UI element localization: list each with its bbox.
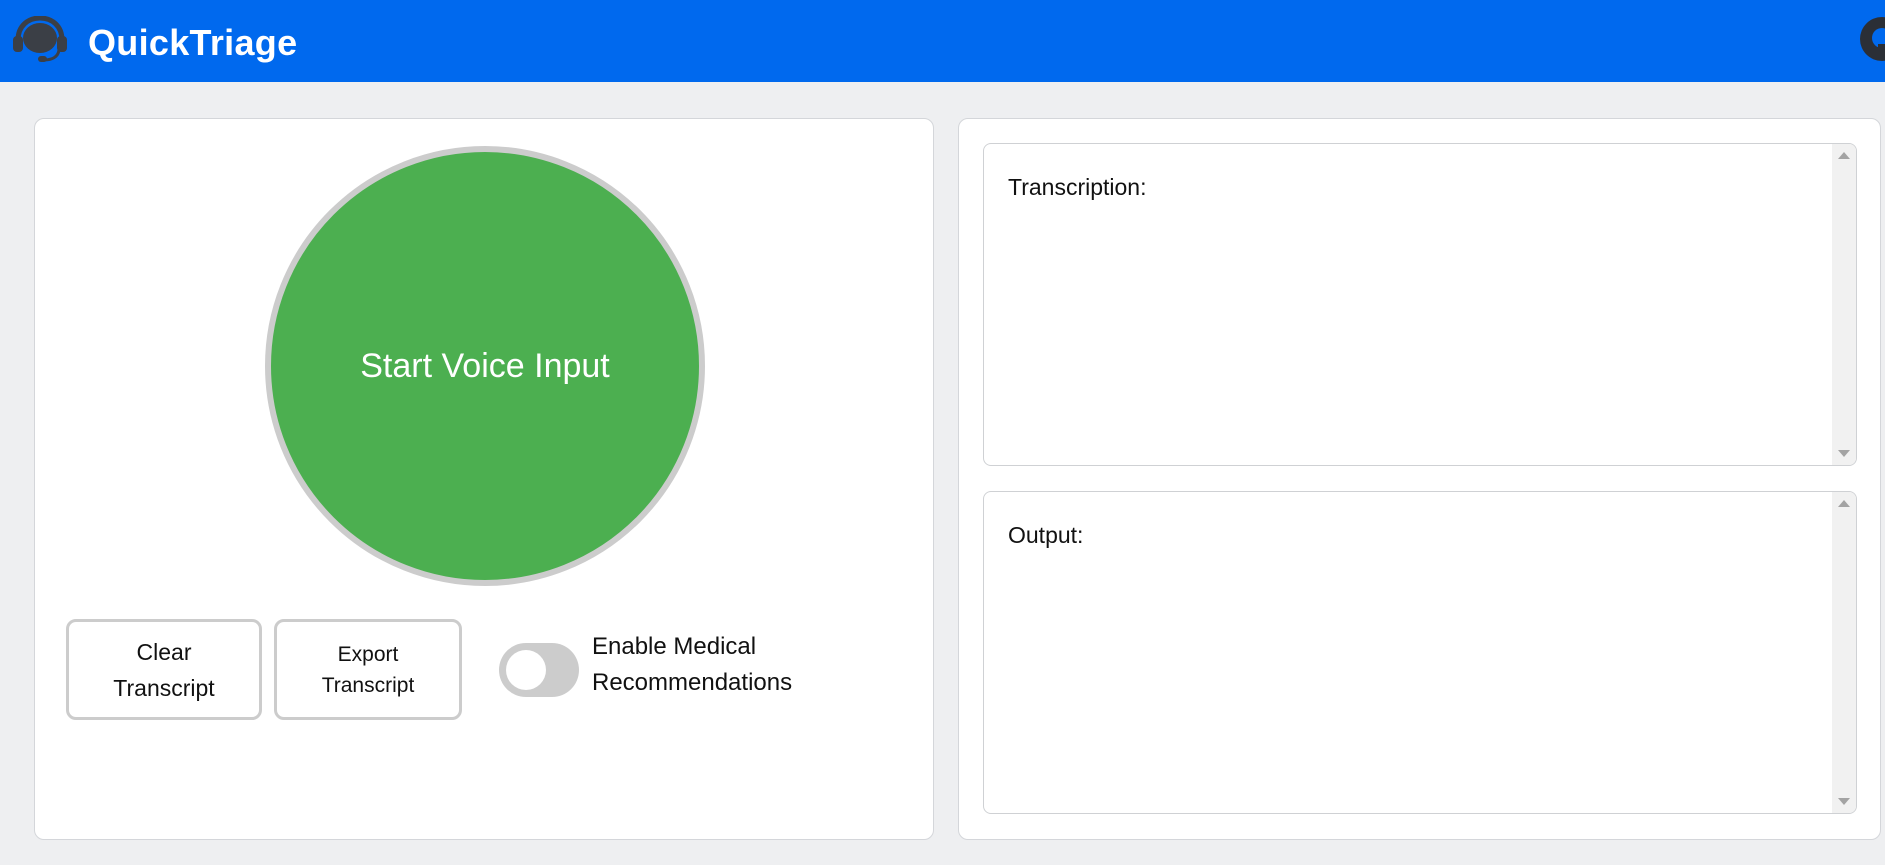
controls-panel: Start Voice Input Clear Transcript Expor…	[34, 118, 934, 840]
app-title: QuickTriage	[88, 22, 298, 63]
clear-transcript-label-line2: Transcript	[113, 674, 215, 701]
transcription-scrollbar[interactable]	[1832, 144, 1856, 465]
results-panel: Transcription: Output:	[958, 118, 1881, 840]
transcription-label: Transcription:	[1008, 174, 1147, 200]
github-icon[interactable]	[1858, 14, 1885, 64]
medical-recommendations-label: Enable Medical Recommendations	[592, 629, 852, 701]
toggle-label-line2: Recommendations	[592, 669, 793, 696]
top-navbar: QuickTriage	[0, 0, 1885, 82]
toggle-knob	[506, 650, 546, 690]
scroll-up-arrow-icon[interactable]	[1838, 152, 1850, 159]
headset-icon	[13, 16, 67, 62]
medical-recommendations-toggle[interactable]	[499, 643, 579, 697]
toggle-label-line1: Enable Medical	[592, 633, 757, 660]
start-voice-input-label: Start Voice Input	[360, 346, 610, 385]
clear-transcript-button[interactable]: Clear Transcript	[66, 619, 262, 720]
scroll-up-arrow-icon[interactable]	[1838, 500, 1850, 507]
scroll-down-arrow-icon[interactable]	[1838, 798, 1850, 805]
output-scrollbar[interactable]	[1832, 492, 1856, 813]
output-textarea[interactable]: Output:	[983, 491, 1857, 814]
scroll-down-arrow-icon[interactable]	[1838, 450, 1850, 457]
start-voice-input-button[interactable]: Start Voice Input	[265, 146, 705, 586]
clear-transcript-label-line1: Clear	[136, 638, 192, 665]
transcription-textarea[interactable]: Transcription:	[983, 143, 1857, 466]
export-transcript-label-line1: Export	[337, 642, 399, 666]
export-transcript-label-line2: Transcript	[321, 673, 415, 697]
export-transcript-button[interactable]: Export Transcript	[274, 619, 462, 720]
output-label: Output:	[1008, 522, 1084, 548]
